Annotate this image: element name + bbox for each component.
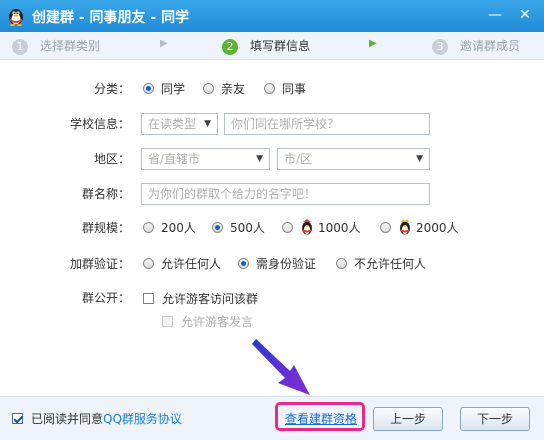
join-verify-label: 加群验证： [69, 257, 130, 271]
radio-dot [282, 222, 293, 233]
verify-radio-anyone[interactable]: 允许任何人 [143, 254, 221, 274]
close-button[interactable]: ✕ [512, 4, 538, 26]
category-radio-relative[interactable]: 亲友 [203, 79, 245, 99]
agree-terms-checkbox[interactable]: 已阅读并同意QQ群服务协议 [12, 411, 182, 427]
window-title: 创建群 - 同事朋友 - 同学 [32, 10, 190, 26]
step-number: 3 [432, 38, 448, 55]
category-radio-classmate[interactable]: 同学 [143, 79, 185, 99]
checkbox-label: 允许游客发言 [181, 315, 254, 329]
step-label: 填写群信息 [250, 39, 311, 53]
wizard-steps: 1 选择群类别 ▶ 2 填写群信息 ▶ 3 邀请群成员 [0, 32, 544, 60]
step-arrow-icon: ▶ [369, 38, 377, 49]
checkbox-label: 允许游客访问该群 [162, 292, 259, 306]
radio-dot [336, 258, 347, 269]
category-label: 分类： [93, 82, 130, 96]
size-radio-2000[interactable]: 2000人 [380, 218, 459, 238]
minimize-button[interactable]: — [482, 4, 508, 26]
city-select[interactable]: 市/区 ▼ [277, 148, 430, 170]
school-type-select[interactable]: 在读类型 ▼ [141, 113, 218, 135]
group-name-input[interactable]: 为你们的群取个给力的名字吧！ [141, 183, 430, 205]
checkbox-box [12, 413, 23, 424]
radio-dot [264, 83, 275, 94]
allow-visitor-post-checkbox[interactable]: 允许游客发言 [162, 314, 253, 330]
radio-label: 同事 [282, 82, 307, 96]
checkbox-box [162, 316, 173, 327]
chevron-down-icon: ▼ [256, 154, 263, 164]
next-step-button[interactable]: 下一步 [460, 407, 530, 431]
select-value: 市/区 [284, 152, 313, 166]
radio-dot [143, 258, 154, 269]
qq-penguin-icon [9, 9, 23, 26]
region-label: 地区： [93, 152, 130, 166]
radio-dot [203, 83, 214, 94]
category-radio-colleague[interactable]: 同事 [264, 79, 306, 99]
allow-visitor-checkbox[interactable]: 允许游客访问该群 [143, 291, 258, 307]
step-label: 选择群类别 [40, 39, 101, 53]
radio-label: 500人 [230, 221, 265, 235]
step-number: 1 [12, 38, 28, 55]
group-name-label: 群名称： [81, 187, 130, 201]
size-radio-500[interactable]: 500人 [212, 218, 265, 238]
qq-member-penguin-icon [400, 218, 410, 234]
radio-label: 允许任何人 [161, 257, 222, 271]
radio-dot [238, 258, 249, 269]
radio-label: 需身份验证 [256, 257, 317, 271]
school-name-input[interactable]: 你们同在哪所学校？ [224, 113, 430, 135]
radio-dot [380, 222, 391, 233]
annotation-highlight-box [275, 402, 365, 431]
previous-step-button[interactable]: 上一步 [373, 407, 443, 431]
step-choose-category: 1 选择群类别 [12, 37, 100, 55]
qq-member-penguin-icon [302, 218, 312, 234]
checkbox-box [143, 293, 154, 304]
group-public-label: 群公开： [81, 291, 130, 305]
step-invite-members: 3 邀请群成员 [432, 37, 520, 55]
dialog-footer: 已阅读并同意QQ群服务协议 查看建群资格 上一步 下一步 [0, 396, 544, 440]
verify-radio-auth[interactable]: 需身份验证 [238, 254, 316, 274]
radio-dot [143, 83, 154, 94]
group-size-label: 群规模： [81, 221, 130, 235]
radio-label: 2000人 [416, 221, 459, 235]
radio-label: 不允许任何人 [354, 257, 427, 271]
radio-label: 亲友 [221, 82, 246, 96]
select-value: 省/直辖市 [148, 152, 201, 166]
province-select[interactable]: 省/直辖市 ▼ [141, 148, 270, 170]
school-label: 学校信息： [69, 117, 130, 131]
service-agreement-link[interactable]: QQ群服务协议 [103, 412, 182, 426]
radio-label: 同学 [161, 82, 186, 96]
step-number: 2 [222, 38, 238, 55]
chevron-down-icon: ▼ [204, 119, 211, 129]
radio-label: 1000人 [318, 221, 361, 235]
title-bar: 创建群 - 同事朋友 - 同学 — ✕ [0, 0, 544, 32]
step-label: 邀请群成员 [460, 39, 521, 53]
radio-dot [143, 222, 154, 233]
chevron-down-icon: ▼ [416, 154, 423, 164]
input-placeholder: 为你们的群取个给力的名字吧！ [148, 187, 317, 201]
radio-dot [212, 222, 223, 233]
size-radio-200[interactable]: 200人 [143, 218, 196, 238]
size-radio-1000[interactable]: 1000人 [282, 218, 361, 238]
checkbox-label: 已阅读并同意 [31, 412, 104, 426]
verify-radio-nobody[interactable]: 不允许任何人 [336, 254, 426, 274]
input-placeholder: 你们同在哪所学校？ [231, 117, 340, 131]
annotation-arrow-icon [252, 339, 310, 395]
radio-label: 200人 [161, 221, 196, 235]
step-arrow-icon: ▶ [160, 38, 168, 49]
step-fill-info: 2 填写群信息 [222, 37, 310, 55]
select-value: 在读类型 [148, 117, 197, 131]
